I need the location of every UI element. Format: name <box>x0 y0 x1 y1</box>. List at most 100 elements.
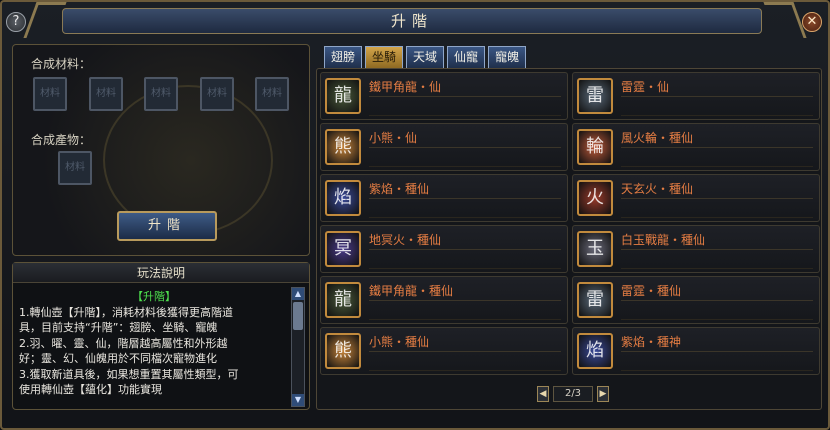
item-thumb-glyph: 雷 <box>586 289 604 310</box>
mount-list-item[interactable]: 焰 紫焰・種神 <box>572 327 820 375</box>
instructions-body: 【升階】 1.轉仙壺【升階】，消耗材料後獲得更高階道 具，目前支持“升階”：翅膀… <box>19 289 289 407</box>
tab-pets[interactable]: 仙寵 <box>447 46 486 68</box>
mount-list-item[interactable]: 龍 鐵甲角龍・仙 <box>320 72 568 120</box>
item-divider <box>621 166 813 167</box>
item-divider <box>369 115 561 116</box>
window-title: 升階 <box>62 8 762 34</box>
item-divider <box>369 268 561 269</box>
category-tabs: 翅膀 坐騎 天域 仙寵 寵魄 <box>324 46 527 68</box>
material-slot-4[interactable]: 材料 <box>200 77 234 111</box>
item-name: 鐵甲角龍・仙 <box>369 80 442 94</box>
item-thumb-glyph: 龍 <box>334 85 352 106</box>
product-slot[interactable]: 材料 <box>58 151 92 185</box>
item-divider <box>369 147 561 148</box>
item-divider <box>369 249 561 250</box>
instructions-line: 3.獲取新道具後，如果想重置其屬性類型，可 <box>19 367 239 381</box>
item-divider <box>621 370 813 371</box>
prev-page-icon[interactable]: ◀ <box>537 386 549 402</box>
item-divider <box>621 300 813 301</box>
instructions-scrollbar[interactable]: ▲ ▼ <box>291 287 305 407</box>
mount-thunder-icon: 雷 <box>577 282 613 318</box>
instructions-line: 好；靈、幻、仙魄用於不同檔次寵物進化 <box>19 352 217 365</box>
item-thumb-glyph: 熊 <box>334 136 352 157</box>
frame-corner-right <box>763 2 807 38</box>
mount-heaven-fire-icon: 火 <box>577 180 613 216</box>
mount-bear-icon: 熊 <box>325 333 361 369</box>
mount-list-item[interactable]: 熊 小熊・種仙 <box>320 327 568 375</box>
item-name: 雷霆・仙 <box>621 80 670 94</box>
item-name: 天玄火・種仙 <box>621 182 694 196</box>
mount-list-item[interactable]: 雷 雷霆・種仙 <box>572 276 820 324</box>
mount-bear-icon: 熊 <box>325 129 361 165</box>
mount-thunder-icon: 雷 <box>577 78 613 114</box>
upgrade-button[interactable]: 升階 <box>117 211 217 241</box>
mount-purple-flame-icon: 焰 <box>325 180 361 216</box>
item-name: 鐵甲角龍・種仙 <box>369 284 454 298</box>
item-divider <box>621 198 813 199</box>
scroll-down-icon[interactable]: ▼ <box>292 394 304 406</box>
mount-list-item[interactable]: 玉 白玉戰龍・種仙 <box>572 225 820 273</box>
pagination: ◀ 2/3 ▶ <box>537 386 609 402</box>
material-slot-1[interactable]: 材料 <box>33 77 67 111</box>
item-thumb-glyph: 龍 <box>334 289 352 310</box>
material-slot-5[interactable]: 材料 <box>255 77 289 111</box>
mount-jade-dragon-icon: 玉 <box>577 231 613 267</box>
item-divider <box>621 96 813 97</box>
instructions-line: 2.羽、曜、靈、仙，階層越高屬性和外形越 <box>19 336 228 350</box>
mount-armored-dragon-icon: 龍 <box>325 78 361 114</box>
instructions-panel: 玩法說明 【升階】 1.轉仙壺【升階】，消耗材料後獲得更高階道 具，目前支持“升… <box>12 262 310 410</box>
mount-list-item[interactable]: 焰 紫焰・種仙 <box>320 174 568 222</box>
item-divider <box>621 268 813 269</box>
mount-wind-fire-wheel-icon: 輪 <box>577 129 613 165</box>
mount-list-item[interactable]: 龍 鐵甲角龍・種仙 <box>320 276 568 324</box>
page-indicator: 2/3 <box>553 386 593 402</box>
next-page-icon[interactable]: ▶ <box>597 386 609 402</box>
tab-mounts[interactable]: 坐騎 <box>365 46 404 68</box>
item-divider <box>369 166 561 167</box>
item-divider <box>369 217 561 218</box>
synthesis-panel: 合成材料： 材料 材料 材料 材料 材料 合成產物： 材料 升階 <box>12 44 310 256</box>
item-thumb-glyph: 玉 <box>586 238 604 259</box>
instructions-line: 使用轉仙壺【蘊化】功能實現 <box>19 383 162 396</box>
scroll-thumb[interactable] <box>293 302 303 330</box>
item-name: 紫焰・種神 <box>621 335 682 349</box>
item-divider <box>369 370 561 371</box>
item-divider <box>369 198 561 199</box>
mount-list-item[interactable]: 雷 雷霆・仙 <box>572 72 820 120</box>
item-divider <box>621 351 813 352</box>
close-icon[interactable]: ✕ <box>802 12 822 32</box>
mount-list-item[interactable]: 火 天玄火・種仙 <box>572 174 820 222</box>
frame-corner-left <box>23 2 67 38</box>
material-slot-3[interactable]: 材料 <box>144 77 178 111</box>
item-thumb-glyph: 雷 <box>586 85 604 106</box>
tab-heaven-domain[interactable]: 天域 <box>406 46 445 68</box>
mount-list-item[interactable]: 熊 小熊・仙 <box>320 123 568 171</box>
scroll-up-icon[interactable]: ▲ <box>292 288 304 300</box>
item-name: 白玉戰龍・種仙 <box>621 233 706 247</box>
tab-wings[interactable]: 翅膀 <box>324 46 363 68</box>
instructions-heading: 【升階】 <box>132 290 176 303</box>
help-icon[interactable]: ? <box>6 12 26 32</box>
item-name: 地冥火・種仙 <box>369 233 442 247</box>
material-slot-2[interactable]: 材料 <box>89 77 123 111</box>
instructions-line: 具，目前支持“升階”：翅膀、坐騎、寵魄 <box>19 321 218 334</box>
materials-label: 合成材料： <box>31 57 92 71</box>
item-divider <box>621 147 813 148</box>
item-divider <box>369 300 561 301</box>
item-divider <box>621 217 813 218</box>
item-thumb-glyph: 焰 <box>334 187 352 208</box>
item-thumb-glyph: 熊 <box>334 340 352 361</box>
mount-purple-flame-icon: 焰 <box>577 333 613 369</box>
item-name: 小熊・仙 <box>369 131 418 145</box>
item-name: 紫焰・種仙 <box>369 182 430 196</box>
item-name: 風火輪・種仙 <box>621 131 694 145</box>
mount-list-item[interactable]: 冥 地冥火・種仙 <box>320 225 568 273</box>
mount-list-item[interactable]: 輪 風火輪・種仙 <box>572 123 820 171</box>
item-divider <box>621 115 813 116</box>
item-name: 雷霆・種仙 <box>621 284 682 298</box>
item-divider <box>369 96 561 97</box>
item-divider <box>621 319 813 320</box>
item-divider <box>369 319 561 320</box>
item-thumb-glyph: 輪 <box>586 136 604 157</box>
tab-pet-souls[interactable]: 寵魄 <box>488 46 527 68</box>
